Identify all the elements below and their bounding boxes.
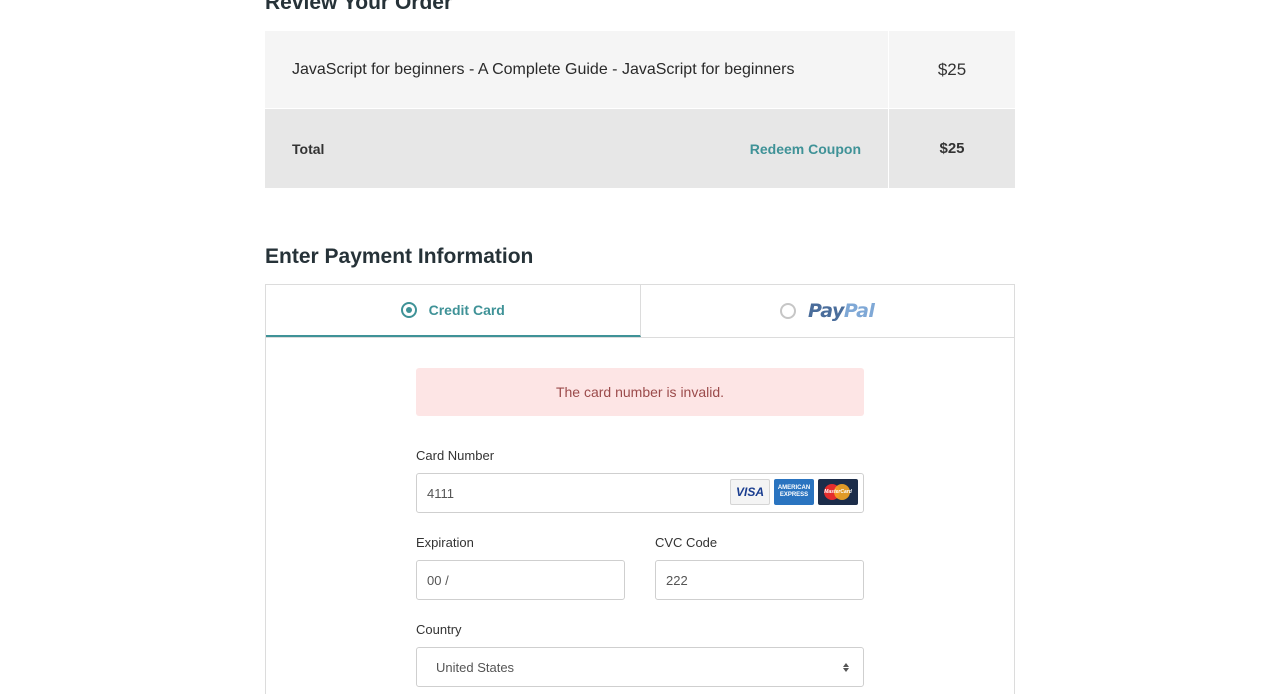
order-summary-table: JavaScript for beginners - A Complete Gu…	[265, 31, 1015, 188]
credit-card-form: The card number is invalid. Card Number …	[416, 368, 864, 687]
total-price: $25	[939, 140, 965, 157]
amex-icon: AMERICAN EXPRESS	[774, 479, 814, 505]
card-error-alert: The card number is invalid.	[416, 368, 864, 416]
credit-card-radio[interactable]	[400, 302, 417, 318]
payment-panel: Credit Card PayPal The card number is in…	[265, 284, 1015, 694]
paypal-logo: PayPal	[808, 300, 875, 322]
country-selected-value: United States	[436, 659, 515, 675]
review-order-title: Review Your Order	[265, 0, 453, 14]
payment-method-tabs: Credit Card PayPal	[266, 285, 1014, 338]
paypal-radio[interactable]	[780, 303, 797, 319]
order-item-name: JavaScript for beginners - A Complete Gu…	[292, 60, 795, 78]
accepted-cards: VISA AMERICAN EXPRESS MasterCard	[730, 479, 858, 505]
cvc-label: CVC Code	[655, 535, 718, 550]
cvc-input[interactable]: 222	[655, 560, 864, 600]
redeem-coupon-link[interactable]: Redeem Coupon	[750, 141, 861, 157]
visa-icon: VISA	[730, 479, 770, 505]
order-item-price: $25	[937, 59, 967, 79]
mastercard-icon: MasterCard	[818, 479, 858, 505]
card-number-group: Card Number 4111 VISA AMERICAN EXPRESS M…	[416, 448, 864, 513]
card-error-message: The card number is invalid.	[555, 384, 725, 400]
payment-info-title: Enter Payment Information	[265, 245, 534, 268]
expiration-group: Expiration 00 /	[416, 535, 625, 600]
credit-card-tab-label: Credit Card	[428, 302, 505, 318]
select-arrows-icon	[843, 662, 849, 672]
cvc-group: CVC Code 222	[655, 535, 864, 600]
expiration-input[interactable]: 00 /	[416, 560, 625, 600]
tab-paypal[interactable]: PayPal	[641, 285, 1015, 337]
order-total-row: Total Redeem Coupon $25	[265, 109, 1015, 188]
order-item-row: JavaScript for beginners - A Complete Gu…	[265, 31, 1015, 109]
tab-credit-card[interactable]: Credit Card	[266, 285, 641, 337]
country-select[interactable]: United States	[416, 647, 864, 687]
expiration-label: Expiration	[416, 535, 474, 550]
total-label: Total	[292, 140, 325, 157]
country-label: Country	[416, 622, 462, 637]
country-group: Country United States	[416, 622, 864, 687]
card-number-label: Card Number	[416, 448, 495, 463]
